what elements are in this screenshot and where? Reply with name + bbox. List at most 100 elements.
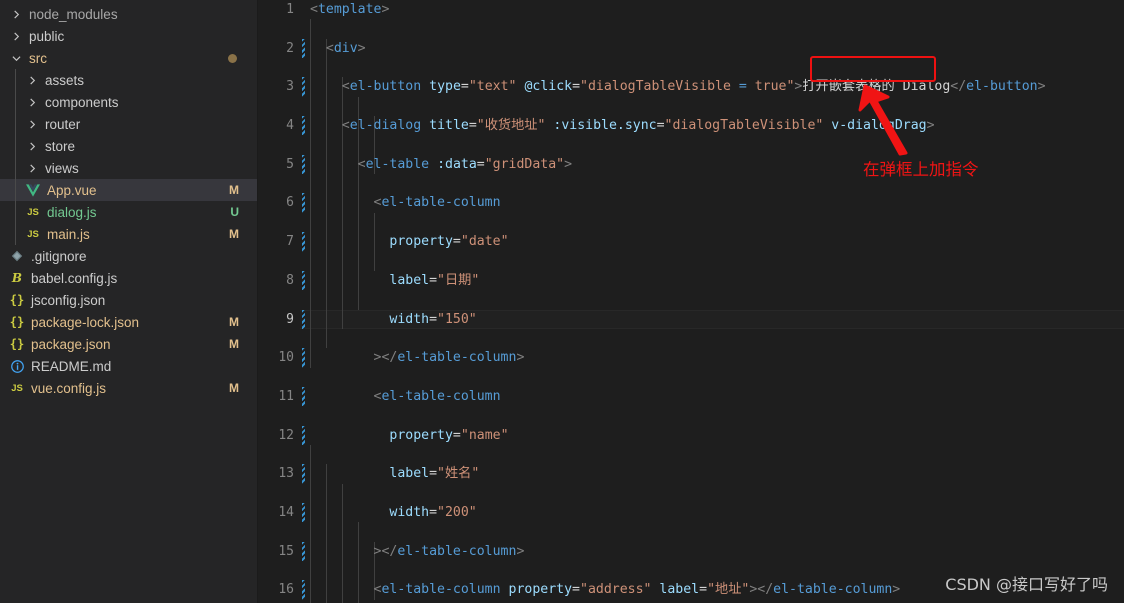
line-number: 15 xyxy=(278,543,294,559)
annotation-note-text: 在弹框上加指令 xyxy=(863,160,979,179)
sidebar-item-label: node_modules xyxy=(29,6,118,22)
code-text: property="date" xyxy=(310,234,509,250)
json-file-icon: {} xyxy=(9,293,25,307)
code-line[interactable]: 1 <template> xyxy=(258,0,1124,19)
code-line[interactable]: 5 <el-table :data="gridData"> xyxy=(258,154,1124,175)
vue-file-icon xyxy=(24,179,42,201)
sidebar-item-gitignore[interactable]: .gitignore xyxy=(0,245,257,267)
code-editor[interactable]: 1 <template> 2 <div> 3 <el-button type="tex… xyxy=(257,0,1124,603)
sidebar-item-views[interactable]: views xyxy=(0,157,257,179)
chevron-right-icon[interactable] xyxy=(24,69,40,91)
sidebar-item-store[interactable]: store xyxy=(0,135,257,157)
code-text: <el-table :data="gridData"> xyxy=(310,156,573,172)
git-file-icon xyxy=(8,245,26,267)
code-line[interactable]: 2 <div> xyxy=(258,38,1124,59)
chevron-down-icon[interactable] xyxy=(8,47,24,69)
code-text: <div> xyxy=(310,40,366,56)
git-modified-gutter-marker xyxy=(302,270,305,291)
sidebar-item-label: src xyxy=(29,50,47,66)
sidebar-item-dialog-js[interactable]: JS dialog.js U xyxy=(0,201,257,223)
file-explorer-sidebar[interactable]: node_modulespublic src assets components rou… xyxy=(0,0,257,603)
line-number: 12 xyxy=(278,427,294,443)
code-text: width="150" xyxy=(310,311,477,327)
git-modified-gutter-marker xyxy=(302,193,305,213)
sidebar-item-router[interactable]: router xyxy=(0,113,257,135)
line-number: 9 xyxy=(286,311,294,327)
sidebar-item-package-lock-json[interactable]: {} package-lock.json M xyxy=(0,311,257,333)
code-line[interactable]: 13 label="姓名" xyxy=(258,464,1124,484)
line-number: 14 xyxy=(278,505,294,521)
line-number: 7 xyxy=(286,234,294,250)
chevron-right-icon[interactable] xyxy=(24,157,40,179)
sidebar-item-package-json[interactable]: {} package.json M xyxy=(0,333,257,355)
code-line[interactable]: 7 property="date" xyxy=(258,232,1124,252)
line-number: 16 xyxy=(278,582,294,598)
sidebar-item-label: vue.config.js xyxy=(31,380,107,396)
git-status-badge: U xyxy=(230,205,239,219)
sidebar-item-vue-config-js[interactable]: JS vue.config.js M xyxy=(0,377,257,399)
sidebar-item-label: assets xyxy=(45,72,85,88)
json-file-icon: {} xyxy=(9,315,25,329)
sidebar-item-label: package-lock.json xyxy=(31,314,140,330)
sidebar-item-label: public xyxy=(29,28,65,44)
json-file-icon: {} xyxy=(9,337,25,351)
chevron-right-icon[interactable] xyxy=(8,25,24,47)
code-text: <el-dialog title="收货地址" :visible.sync="d… xyxy=(310,118,935,134)
code-text: <el-table-column property="address" labe… xyxy=(310,582,901,598)
code-text: width="200" xyxy=(310,505,477,521)
sidebar-item-label: router xyxy=(45,116,81,132)
chevron-right-icon[interactable] xyxy=(24,113,40,135)
code-text: label="日期" xyxy=(310,272,480,288)
sidebar-item-node-modules[interactable]: node_modules xyxy=(0,3,257,25)
line-number: 3 xyxy=(286,79,294,95)
sidebar-item-jsconfig-json[interactable]: {} jsconfig.json xyxy=(0,289,257,311)
code-text: label="姓名" xyxy=(310,466,480,482)
sidebar-item-main-js[interactable]: JS main.js M xyxy=(0,223,257,245)
git-modified-gutter-marker xyxy=(302,541,305,562)
sidebar-item-label: main.js xyxy=(47,226,90,242)
code-lines[interactable]: 1 <template> 2 <div> 3 <el-button type="tex… xyxy=(258,0,1124,603)
babel-file-icon: B xyxy=(11,271,23,285)
line-number: 4 xyxy=(286,118,294,134)
git-status-badge: M xyxy=(229,315,239,329)
code-line[interactable]: 4 <el-dialog title="收货地址" :visible.sync=… xyxy=(258,116,1124,136)
sidebar-item-label: jsconfig.json xyxy=(31,292,106,308)
code-line[interactable]: 12 property="name" xyxy=(258,425,1124,445)
code-text: <el-button type="text" @click="dialogTab… xyxy=(310,79,1046,95)
code-line[interactable]: 6 <el-table-column xyxy=(258,193,1124,213)
sidebar-item-readme-md[interactable]: README.md xyxy=(0,355,257,377)
code-line[interactable]: 9 width="150" xyxy=(258,309,1124,330)
code-text: <template> xyxy=(310,2,390,17)
git-modified-gutter-marker xyxy=(302,503,305,523)
sidebar-item-label: package.json xyxy=(31,336,111,352)
code-line[interactable]: 8 label="日期" xyxy=(258,270,1124,291)
sidebar-item-components[interactable]: components xyxy=(0,91,257,113)
code-line[interactable]: 11 <el-table-column xyxy=(258,386,1124,407)
line-number: 1 xyxy=(286,2,294,17)
watermark-text: CSDN @接口写好了吗 xyxy=(945,575,1108,594)
git-modified-gutter-marker xyxy=(302,77,305,97)
sidebar-item-assets[interactable]: assets xyxy=(0,69,257,91)
git-status-badge: M xyxy=(229,381,239,395)
chevron-right-icon[interactable] xyxy=(24,135,40,157)
sidebar-item-app-vue[interactable]: App.vue M xyxy=(0,179,257,201)
sidebar-item-public[interactable]: public xyxy=(0,25,257,47)
sidebar-item-src[interactable]: src xyxy=(0,47,257,69)
code-line[interactable]: 3 <el-button type="text" @click="dialogT… xyxy=(258,77,1124,97)
code-line[interactable]: 15 ></el-table-column> xyxy=(258,541,1124,562)
code-line[interactable]: 10 ></el-table-column> xyxy=(258,348,1124,368)
code-text: <el-table-column xyxy=(310,195,501,211)
chevron-right-icon[interactable] xyxy=(8,3,24,25)
sidebar-item-label: README.md xyxy=(31,358,112,374)
code-text: <el-table-column xyxy=(310,388,501,404)
tree-indent-guide xyxy=(15,69,16,245)
sidebar-item-babel-config-js[interactable]: Bbabel.config.js xyxy=(0,267,257,289)
git-modified-gutter-marker xyxy=(302,38,305,59)
git-status-badge: M xyxy=(229,183,239,197)
code-text: ></el-table-column> xyxy=(310,543,525,559)
code-line[interactable]: 14 width="200" xyxy=(258,503,1124,523)
line-number: 6 xyxy=(286,195,294,211)
git-modified-gutter-marker xyxy=(302,464,305,484)
unsaved-indicator-dot xyxy=(228,53,237,63)
chevron-right-icon[interactable] xyxy=(24,91,40,113)
